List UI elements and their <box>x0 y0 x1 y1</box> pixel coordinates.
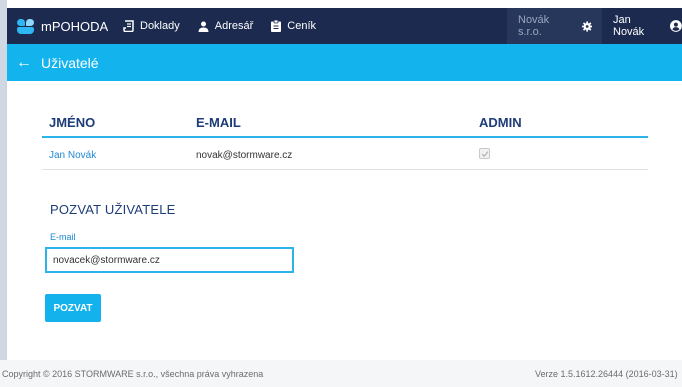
footer: Copyright © 2016 STORMWARE s.r.o., všech… <box>0 360 682 387</box>
nav-item-label: Doklady <box>140 20 180 32</box>
user-name-link[interactable]: Jan Novák <box>49 150 96 161</box>
email-field-label: E-mail <box>50 232 76 242</box>
user-email: novak@stormware.cz <box>196 150 293 161</box>
brand[interactable]: mPOHODA <box>7 18 123 34</box>
main-content: JMÉNO E-MAIL ADMIN Jan Novák novak@storm… <box>7 81 682 360</box>
check-icon <box>481 151 489 158</box>
nav-item-doklady[interactable]: Doklady <box>123 20 180 32</box>
nav-item-label: Adresář <box>214 20 254 32</box>
admin-checkbox <box>479 148 490 159</box>
nav-item-cenik[interactable]: Ceník <box>271 20 316 32</box>
email-field[interactable] <box>45 247 294 273</box>
user-name: Jan Novák <box>613 14 645 38</box>
user-circle-icon <box>670 20 682 32</box>
app-name: mPOHODA <box>41 18 109 34</box>
copyright-text: Copyright © 2016 STORMWARE s.r.o., všech… <box>2 369 264 379</box>
column-header-admin: ADMIN <box>479 115 522 130</box>
nav-item-adresar[interactable]: Adresář <box>198 20 254 32</box>
table-row: Jan Novák novak@stormware.cz <box>42 140 648 170</box>
window-left-edge <box>0 0 7 387</box>
column-header-email: E-MAIL <box>196 115 241 130</box>
invite-button[interactable]: POZVAT <box>45 294 101 322</box>
invite-section-title: POZVAT UŽIVATELE <box>50 202 176 217</box>
version-text: Verze 1.5.1612.26444 (2016-03-31) <box>535 369 678 379</box>
users-table-header: JMÉNO E-MAIL ADMIN <box>42 115 648 138</box>
user-menu[interactable]: Jan Novák <box>602 14 682 38</box>
nav-item-label: Ceník <box>287 20 317 32</box>
person-icon <box>198 21 209 32</box>
arrow-left-icon[interactable]: ← <box>7 54 33 71</box>
page-header: ← Uživatelé <box>7 44 682 81</box>
company-name: Novák s.r.o. <box>518 14 550 38</box>
clipboard-icon <box>271 20 282 32</box>
top-navbar: mPOHODA Doklady Adresář Ceník Novák s.r.… <box>7 8 682 44</box>
page-title: Uživatelé <box>41 54 99 71</box>
gear-icon <box>581 20 592 32</box>
company-selector[interactable]: Novák s.r.o. <box>507 8 602 44</box>
receipt-icon <box>123 20 134 32</box>
mpohoda-logo-icon <box>17 18 34 34</box>
column-header-name: JMÉNO <box>49 115 96 130</box>
